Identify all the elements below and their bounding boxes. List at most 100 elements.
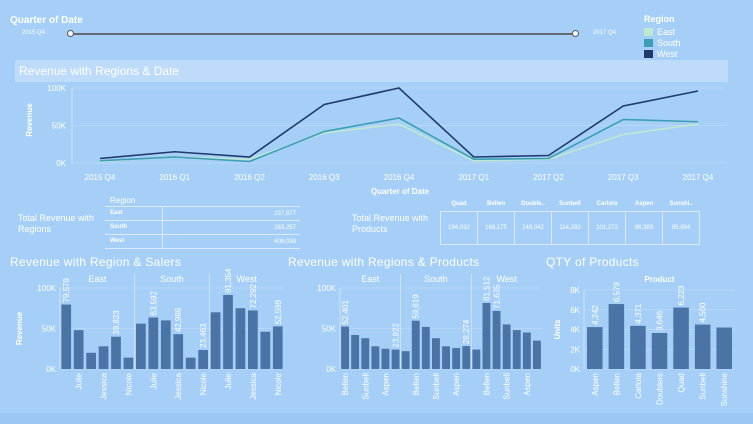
bar-data-label: 4,242 bbox=[591, 305, 600, 326]
bar[interactable] bbox=[716, 327, 732, 369]
product-table-header: Aspen bbox=[634, 201, 654, 207]
bar[interactable] bbox=[98, 346, 109, 369]
product-table-value: 85,984 bbox=[662, 211, 700, 245]
bar[interactable] bbox=[371, 346, 380, 369]
line-x-tick-label: 2016 Q4 bbox=[384, 173, 415, 182]
bar-category-label: Quad bbox=[677, 373, 686, 393]
products-chart-title: Revenue with Regions & Products bbox=[288, 255, 480, 269]
bar[interactable] bbox=[482, 302, 491, 369]
bar[interactable] bbox=[185, 357, 196, 369]
bar-y-tick-label: 50K bbox=[42, 325, 57, 334]
legend-label: South bbox=[657, 37, 681, 48]
bar-group-label: South bbox=[424, 274, 448, 284]
slider-start-handle[interactable] bbox=[67, 30, 74, 37]
product-table-value: 114,283 bbox=[551, 211, 589, 245]
product-table-value: 101,272 bbox=[588, 211, 626, 245]
legend-label: East bbox=[657, 26, 676, 37]
bar[interactable] bbox=[136, 323, 146, 369]
bar[interactable] bbox=[472, 349, 481, 369]
bar-category-label: Julie bbox=[224, 372, 233, 389]
bar[interactable] bbox=[462, 346, 471, 369]
quarter-slider-track[interactable] bbox=[70, 33, 575, 35]
line-x-tick-label: 2016 Q1 bbox=[159, 173, 190, 182]
bar-y-tick-label: 0K bbox=[46, 365, 56, 374]
bar[interactable] bbox=[381, 348, 390, 369]
bar[interactable] bbox=[351, 334, 360, 369]
bar-category-label: Sunbell bbox=[699, 373, 708, 400]
bar-data-label: 63,592 bbox=[149, 290, 158, 315]
line-y-tick-label: 100K bbox=[47, 84, 66, 93]
bar-data-label: 79,578 bbox=[62, 278, 71, 303]
bar[interactable] bbox=[361, 338, 370, 369]
product-table-header: Bellen bbox=[486, 201, 505, 207]
bar-group-label: East bbox=[361, 274, 380, 284]
bar-category-label: Nicole bbox=[124, 372, 133, 395]
product-table-value: 96,383 bbox=[625, 211, 663, 245]
legend-item-west[interactable]: West bbox=[644, 48, 681, 59]
bar[interactable] bbox=[587, 327, 603, 369]
bar[interactable] bbox=[160, 320, 171, 369]
region-table-value: 408,038 bbox=[274, 238, 296, 245]
qty-chart-title: QTY of Products bbox=[546, 255, 639, 269]
bar[interactable] bbox=[452, 347, 461, 369]
bar[interactable] bbox=[442, 346, 450, 369]
region-table-row: East 237,877 bbox=[105, 207, 300, 221]
bar-data-label: 6,223 bbox=[677, 285, 686, 306]
bar[interactable] bbox=[673, 307, 689, 369]
legend-item-south[interactable]: South bbox=[644, 37, 681, 48]
bar[interactable] bbox=[694, 324, 711, 369]
line-x-tick-label: 2017 Q4 bbox=[683, 173, 714, 182]
bar[interactable] bbox=[111, 336, 121, 369]
bar[interactable] bbox=[492, 310, 501, 369]
slider-end-handle[interactable] bbox=[572, 30, 579, 37]
bar[interactable] bbox=[411, 320, 420, 369]
bar[interactable] bbox=[198, 349, 208, 369]
bar[interactable] bbox=[272, 326, 283, 369]
bar[interactable] bbox=[148, 317, 159, 369]
region-table-row: West 408,038 bbox=[105, 235, 300, 249]
bar[interactable] bbox=[248, 310, 258, 369]
bar[interactable] bbox=[630, 325, 646, 369]
bar-category-label: Bellen bbox=[412, 373, 421, 395]
line-chart-banner: Revenue with Regions & Date bbox=[15, 60, 728, 82]
bar[interactable] bbox=[210, 312, 221, 369]
bar-category-label: Aspen bbox=[452, 373, 461, 396]
bar[interactable] bbox=[391, 349, 400, 369]
bar[interactable] bbox=[223, 295, 233, 369]
bar[interactable] bbox=[608, 304, 625, 369]
bar-category-label: Carlota bbox=[634, 372, 643, 398]
line-x-tick-label: 2015 Q4 bbox=[85, 173, 116, 182]
bar[interactable] bbox=[123, 357, 134, 369]
bar-data-label: 4,371 bbox=[634, 303, 643, 324]
bar-y-axis-label: Units bbox=[553, 319, 562, 340]
line-series-east[interactable] bbox=[99, 123, 699, 163]
bar[interactable] bbox=[341, 326, 349, 369]
bar[interactable] bbox=[651, 332, 668, 369]
bar-category-label: Aspen bbox=[381, 373, 390, 396]
bar[interactable] bbox=[512, 330, 521, 369]
bar[interactable] bbox=[235, 308, 246, 369]
legend-item-east[interactable]: East bbox=[644, 26, 681, 37]
product-table-title: Total Revenue with Products bbox=[352, 213, 429, 234]
bar[interactable] bbox=[522, 332, 531, 369]
bar[interactable] bbox=[401, 351, 410, 369]
bar[interactable] bbox=[73, 330, 84, 369]
bar-category-label: Bellen bbox=[612, 373, 621, 395]
bar[interactable] bbox=[421, 326, 430, 369]
bar-category-label: Aspen bbox=[523, 373, 532, 396]
bar[interactable] bbox=[432, 338, 440, 369]
bar[interactable] bbox=[61, 304, 72, 369]
region-table-value: 263,257 bbox=[274, 224, 296, 231]
bar[interactable] bbox=[533, 340, 541, 369]
bar[interactable] bbox=[260, 331, 271, 369]
bottom-scroll-bar[interactable] bbox=[0, 413, 753, 424]
bar[interactable] bbox=[86, 352, 96, 369]
bar-data-label: 39,823 bbox=[112, 310, 121, 335]
bar[interactable] bbox=[502, 324, 511, 369]
bar[interactable] bbox=[173, 334, 184, 369]
product-table-value: 149,042 bbox=[514, 211, 552, 245]
bar-data-label: 28,274 bbox=[462, 319, 471, 344]
bar-data-label: 52,401 bbox=[341, 300, 350, 325]
bar-category-label: Sunbell bbox=[503, 373, 512, 400]
bar-category-label: Doublers bbox=[656, 373, 665, 405]
